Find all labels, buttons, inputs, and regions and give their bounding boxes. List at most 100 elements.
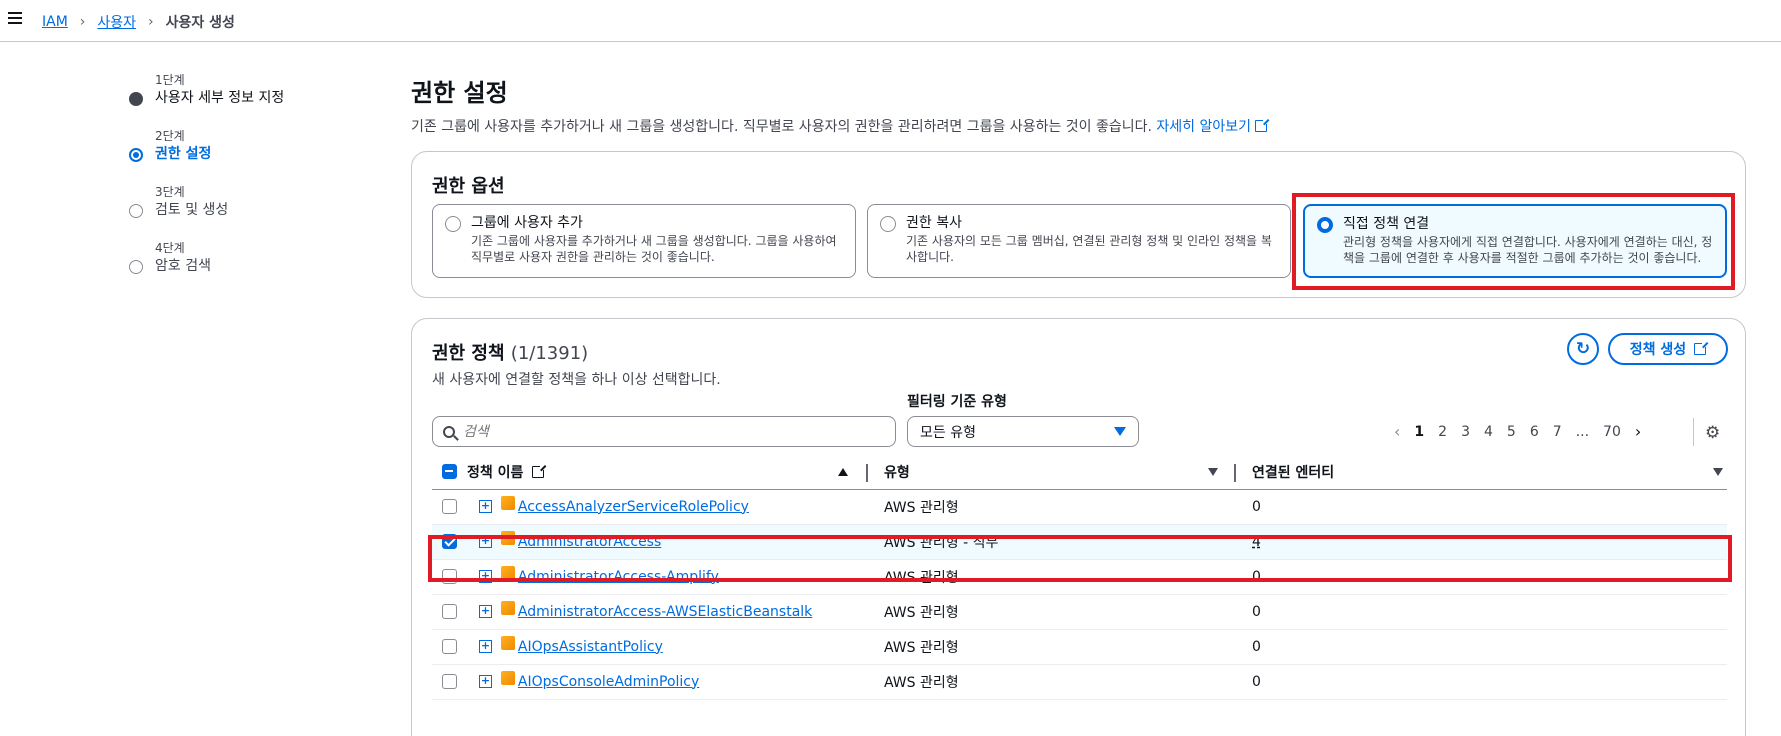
option-add-to-group[interactable]: 그룹에 사용자 추가 기존 그룹에 사용자를 추가하거나 새 그룹을 생성합니다…: [432, 204, 856, 278]
policy-name-cell: + AccessAnalyzerServiceRolePolicy: [467, 489, 872, 525]
page-70[interactable]: 70: [1603, 424, 1621, 440]
filter-type-select[interactable]: 모든 유형: [907, 416, 1139, 447]
menu-icon[interactable]: [8, 12, 22, 24]
radio-button-selected[interactable]: [1317, 217, 1333, 233]
filter-type-value: 모든 유형: [920, 424, 976, 441]
attached-entities: 0: [1240, 629, 1727, 665]
sort-icon[interactable]: [1208, 468, 1218, 476]
step-title: 검토 및 생성: [155, 202, 229, 218]
row-checkbox[interactable]: [442, 604, 457, 619]
header-type[interactable]: 유형: [872, 455, 1240, 490]
expand-icon[interactable]: +: [479, 605, 492, 618]
attached-entities: 0: [1240, 489, 1727, 525]
page-2[interactable]: 2: [1438, 424, 1447, 440]
page-7[interactable]: 7: [1553, 424, 1562, 440]
options-title: 권한 옵션: [432, 176, 505, 197]
gear-icon[interactable]: ⚙: [1705, 423, 1720, 443]
create-policy-button[interactable]: 정책 생성: [1608, 333, 1728, 365]
policies-title-text: 권한 정책: [432, 343, 505, 364]
option-title: 직접 정책 연결: [1343, 216, 1430, 232]
policy-link[interactable]: AIOpsAssistantPolicy: [518, 639, 663, 655]
divider: [1693, 418, 1694, 446]
page-5[interactable]: 5: [1507, 424, 1516, 440]
row-checkbox-cell: [432, 664, 467, 700]
option-attach-policies-directly[interactable]: 직접 정책 연결 관리형 정책을 사용자에게 직접 연결합니다. 사용자에게 연…: [1303, 204, 1727, 278]
policy-link[interactable]: AIOpsConsoleAdminPolicy: [518, 674, 699, 690]
table-row[interactable]: + AccessAnalyzerServiceRolePolicy AWS 관리…: [432, 489, 1727, 525]
table-row[interactable]: + AdministratorAccess-Amplify AWS 관리형 0: [432, 559, 1727, 595]
step-number: 1단계: [155, 73, 185, 87]
policy-link[interactable]: AccessAnalyzerServiceRolePolicy: [518, 499, 749, 515]
column-divider[interactable]: [1234, 464, 1236, 482]
breadcrumb-users[interactable]: 사용자: [97, 12, 136, 32]
radio-button[interactable]: [880, 216, 896, 232]
select-all-checkbox[interactable]: [442, 464, 457, 480]
expand-icon[interactable]: +: [479, 640, 492, 653]
breadcrumb-iam[interactable]: IAM: [42, 14, 68, 30]
policy-name-cell: + AdministratorAccess: [467, 524, 872, 560]
learn-more-link[interactable]: 자세히 알아보기: [1156, 118, 1270, 135]
table-header-row: 정책 이름 유형 연결된 엔터티: [432, 455, 1727, 490]
row-checkbox[interactable]: [442, 499, 457, 514]
page-1[interactable]: 1: [1414, 424, 1424, 440]
page-3[interactable]: 3: [1461, 424, 1470, 440]
table-row[interactable]: + AdministratorAccess-AWSElasticBeanstal…: [432, 594, 1727, 630]
column-divider[interactable]: [866, 464, 868, 482]
entities-link[interactable]: 4: [1252, 534, 1261, 550]
sort-ascending-icon[interactable]: [838, 468, 848, 476]
column-name-label: 정책 이름: [467, 464, 524, 481]
table-row[interactable]: + AIOpsConsoleAdminPolicy AWS 관리형 0: [432, 664, 1727, 700]
column-type-label: 유형: [884, 464, 910, 481]
option-title: 권한 복사: [906, 215, 962, 231]
option-copy-permissions[interactable]: 권한 복사 기존 사용자의 모든 그룹 멤버십, 연결된 관리형 정책 및 인라…: [867, 204, 1291, 278]
breadcrumb-current: 사용자 생성: [165, 15, 235, 31]
row-checkbox-cell: [432, 559, 467, 595]
table-row-selected[interactable]: + AdministratorAccess AWS 관리형 - 직무 4: [432, 524, 1727, 560]
step-number: 2단계: [155, 129, 185, 143]
chevron-right-icon[interactable]: ›: [1635, 422, 1641, 441]
aws-managed-icon: [500, 670, 515, 685]
page-6[interactable]: 6: [1530, 424, 1539, 440]
policy-type: AWS 관리형: [872, 629, 1240, 665]
policy-link[interactable]: AdministratorAccess: [518, 534, 661, 550]
search-box: [432, 416, 896, 447]
chevron-left-icon[interactable]: ‹: [1394, 422, 1400, 441]
policies-title: 권한 정책 (1/1391): [432, 339, 588, 365]
row-checkbox[interactable]: [442, 639, 457, 654]
row-checkbox-cell: [432, 524, 467, 560]
policy-link[interactable]: AdministratorAccess-AWSElasticBeanstalk: [518, 604, 812, 620]
expand-icon[interactable]: +: [479, 570, 492, 583]
policy-type: AWS 관리형: [872, 664, 1240, 700]
row-checkbox-checked[interactable]: [442, 534, 457, 549]
top-bar: IAM › 사용자 › 사용자 생성: [0, 0, 1781, 42]
row-checkbox[interactable]: [442, 569, 457, 584]
sort-icon[interactable]: [1713, 468, 1723, 476]
refresh-button[interactable]: ↻: [1567, 333, 1599, 365]
refresh-icon: ↻: [1575, 339, 1591, 359]
expand-icon[interactable]: +: [479, 535, 492, 548]
expand-icon[interactable]: +: [479, 675, 492, 688]
step-number: 3단계: [155, 185, 185, 199]
policies-count: (1/1391): [510, 343, 589, 364]
policies-description: 새 사용자에 연결할 정책을 하나 이상 선택합니다.: [432, 372, 721, 388]
option-desc: 기존 사용자의 모든 그룹 멤버십, 연결된 관리형 정책 및 인라인 정책을 …: [906, 234, 1272, 264]
search-input[interactable]: [463, 423, 883, 440]
header-select-all: [432, 455, 467, 490]
aws-managed-icon: [500, 495, 515, 510]
step-title: 암호 검색: [155, 258, 211, 274]
header-policy-name[interactable]: 정책 이름: [467, 455, 872, 490]
step-number: 4단계: [155, 241, 185, 255]
expand-icon[interactable]: +: [479, 500, 492, 513]
step-1[interactable]: 1단계 사용자 세부 정보 지정: [127, 72, 377, 128]
page-ellipsis: ...: [1575, 423, 1590, 440]
row-checkbox[interactable]: [442, 674, 457, 689]
step-pending-icon: [129, 260, 143, 274]
page-4[interactable]: 4: [1484, 424, 1493, 440]
policy-link[interactable]: AdministratorAccess-Amplify: [518, 569, 719, 585]
header-entities[interactable]: 연결된 엔터티: [1240, 455, 1727, 490]
aws-managed-icon: [500, 600, 515, 615]
radio-button[interactable]: [445, 216, 461, 232]
permission-policies-panel: 권한 정책 (1/1391) 새 사용자에 연결할 정책을 하나 이상 선택합니…: [411, 318, 1746, 736]
step-title: 권한 설정: [155, 146, 212, 162]
table-row[interactable]: + AIOpsAssistantPolicy AWS 관리형 0: [432, 629, 1727, 665]
